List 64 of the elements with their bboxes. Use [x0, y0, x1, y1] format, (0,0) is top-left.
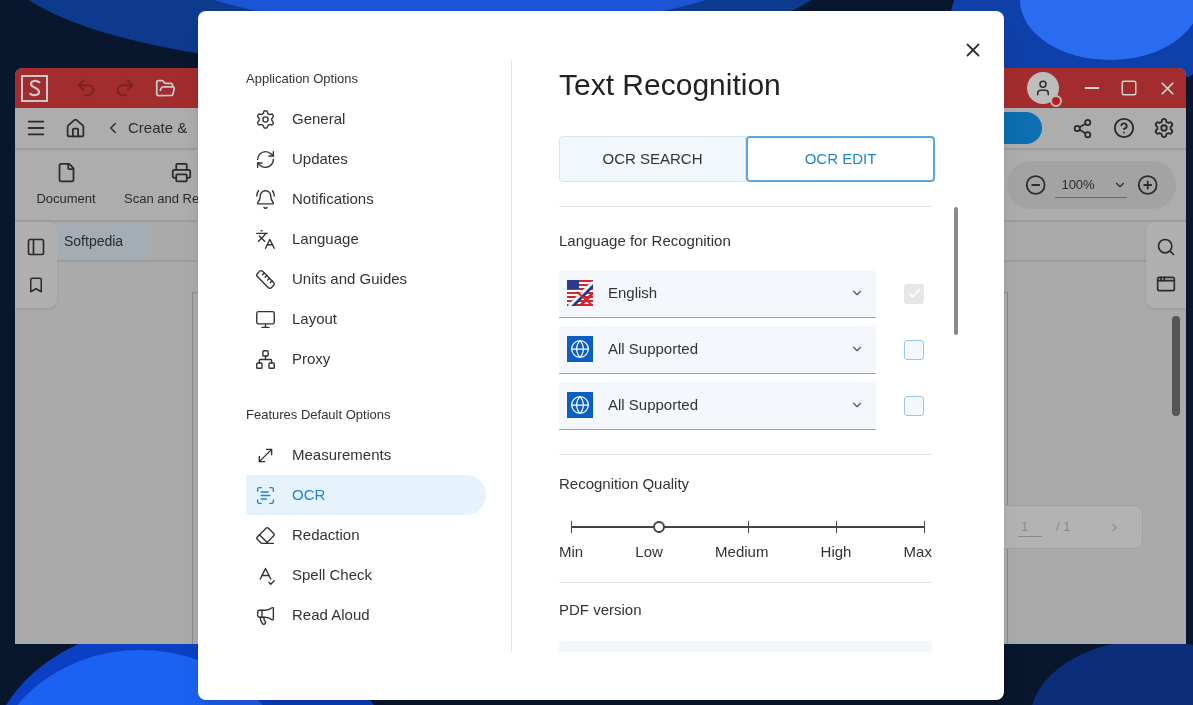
gear-icon	[255, 108, 276, 130]
breadcrumb-text: Create &	[128, 117, 188, 138]
nav-item[interactable]: Redaction	[246, 515, 486, 555]
maximize-icon[interactable]	[1120, 79, 1138, 97]
slider-label: Medium	[715, 541, 769, 562]
monitor-icon	[255, 308, 276, 330]
bell-icon	[255, 188, 276, 210]
translate-icon	[255, 228, 276, 250]
user-icon	[1034, 79, 1052, 97]
language-dropdown[interactable]: All Supported	[559, 381, 876, 430]
primary-button[interactable]	[1002, 112, 1042, 144]
slider-label: Min	[559, 541, 584, 562]
refresh-icon	[255, 148, 276, 170]
language-dropdown[interactable]: All Supported	[559, 325, 876, 374]
slider-label: Low	[635, 541, 663, 562]
section-heading: Application Options	[246, 70, 359, 88]
settings-icon[interactable]	[1153, 117, 1175, 139]
text-scan-icon	[255, 484, 276, 506]
globe-icon	[567, 336, 593, 363]
help-icon[interactable]	[1113, 117, 1135, 139]
section-heading: Features Default Options	[246, 406, 392, 424]
megaphone-icon	[255, 604, 276, 626]
dialog-title: Text Recognition	[559, 67, 782, 103]
nav-item[interactable]: Proxy	[246, 339, 486, 379]
nav-item[interactable]: Language	[246, 219, 486, 259]
scrollbar[interactable]	[954, 207, 958, 335]
section-heading: Language for Recognition	[559, 230, 732, 251]
ribbon-button[interactable]: Document	[15, 161, 117, 209]
share-icon[interactable]	[1072, 117, 1093, 139]
slider-thumb[interactable]	[653, 520, 666, 533]
network-icon	[255, 348, 276, 370]
slider-label: Max	[903, 541, 932, 562]
scrollbar[interactable]	[1172, 316, 1180, 416]
slider-label: High	[820, 541, 852, 562]
ribbon-button[interactable]: Scan and Re	[117, 161, 200, 209]
nav-item[interactable]: Updates	[246, 139, 486, 179]
folder-icon[interactable]	[155, 77, 176, 99]
search-icon[interactable]	[1156, 236, 1176, 257]
bookmark-icon[interactable]	[27, 275, 45, 294]
checkbox[interactable]	[904, 339, 924, 360]
document-tab[interactable]: Softpedia	[57, 222, 152, 260]
section-heading: Recognition Quality	[559, 473, 691, 494]
home-icon[interactable]	[65, 117, 86, 139]
s-logo-icon	[27, 79, 42, 97]
nav-item[interactable]: Units and Guides	[246, 259, 486, 299]
avatar[interactable]	[1027, 72, 1059, 104]
segment-tab[interactable]: OCR EDIT	[746, 136, 935, 182]
segment-tab[interactable]: OCR SEARCH	[559, 136, 746, 182]
nav-item[interactable]: General	[246, 99, 486, 139]
nav-item[interactable]: Spell Check	[246, 555, 486, 595]
eraser-icon	[255, 524, 276, 546]
nav-item[interactable]: Notifications	[246, 179, 486, 219]
zoom-field[interactable]: 100%	[1055, 172, 1127, 198]
zoom-in-icon[interactable]	[1136, 174, 1158, 196]
nav-item[interactable]: Read Aloud	[246, 595, 486, 635]
zoom-out-icon[interactable]	[1025, 174, 1047, 196]
section-heading: PDF version	[559, 599, 643, 620]
panel-icon[interactable]	[26, 236, 46, 257]
nav-item[interactable]: Measurements	[246, 435, 486, 475]
globe-icon	[567, 392, 593, 419]
nav-item[interactable]: Layout	[246, 299, 486, 339]
checkbox[interactable]	[904, 395, 924, 416]
flag-icon	[567, 280, 593, 307]
ruler-icon	[255, 268, 276, 290]
